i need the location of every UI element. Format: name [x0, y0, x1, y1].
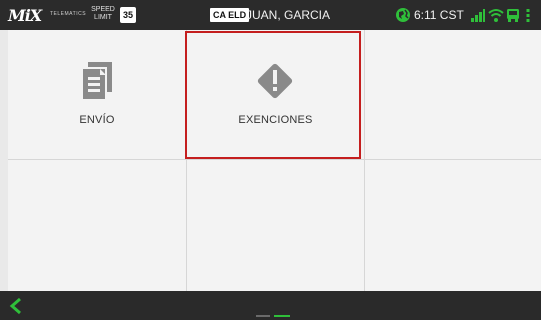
page-indicator	[256, 305, 290, 323]
tile-label: ENVÍO	[79, 114, 115, 126]
tile-envio[interactable]: ENVÍO	[8, 30, 186, 159]
driver-name[interactable]: JUAN, GARCIA	[246, 8, 330, 22]
status-bar: MiX TELEMATICS SPEED LIMIT 35 CA ELD JUA…	[0, 0, 541, 30]
more-vert-icon[interactable]	[523, 7, 533, 28]
signal-icon	[470, 7, 486, 28]
menu-grid: ENVÍO EXENCIONES	[8, 30, 541, 291]
empty-tile	[8, 160, 186, 291]
truck-icon	[505, 7, 521, 28]
eld-badge: CA ELD	[210, 8, 250, 22]
bottom-nav-bar	[0, 291, 541, 320]
brand-logo: MiX	[8, 6, 42, 25]
speed-limit-badge: 35	[120, 7, 136, 23]
empty-tile	[365, 30, 541, 159]
empty-tile	[365, 160, 541, 291]
wifi-icon	[488, 7, 504, 28]
selection-highlight	[185, 31, 361, 159]
chevron-left-icon[interactable]	[6, 296, 28, 316]
timezone-icon	[395, 7, 411, 28]
documents-icon	[79, 60, 115, 107]
brand-subtitle: TELEMATICS	[50, 11, 87, 17]
empty-tile	[187, 160, 364, 291]
clock: 6:11 CST	[414, 8, 464, 22]
speed-limit-label: SPEED LIMIT	[91, 6, 115, 21]
app-screen: MiX TELEMATICS SPEED LIMIT 35 CA ELD JUA…	[0, 0, 541, 320]
